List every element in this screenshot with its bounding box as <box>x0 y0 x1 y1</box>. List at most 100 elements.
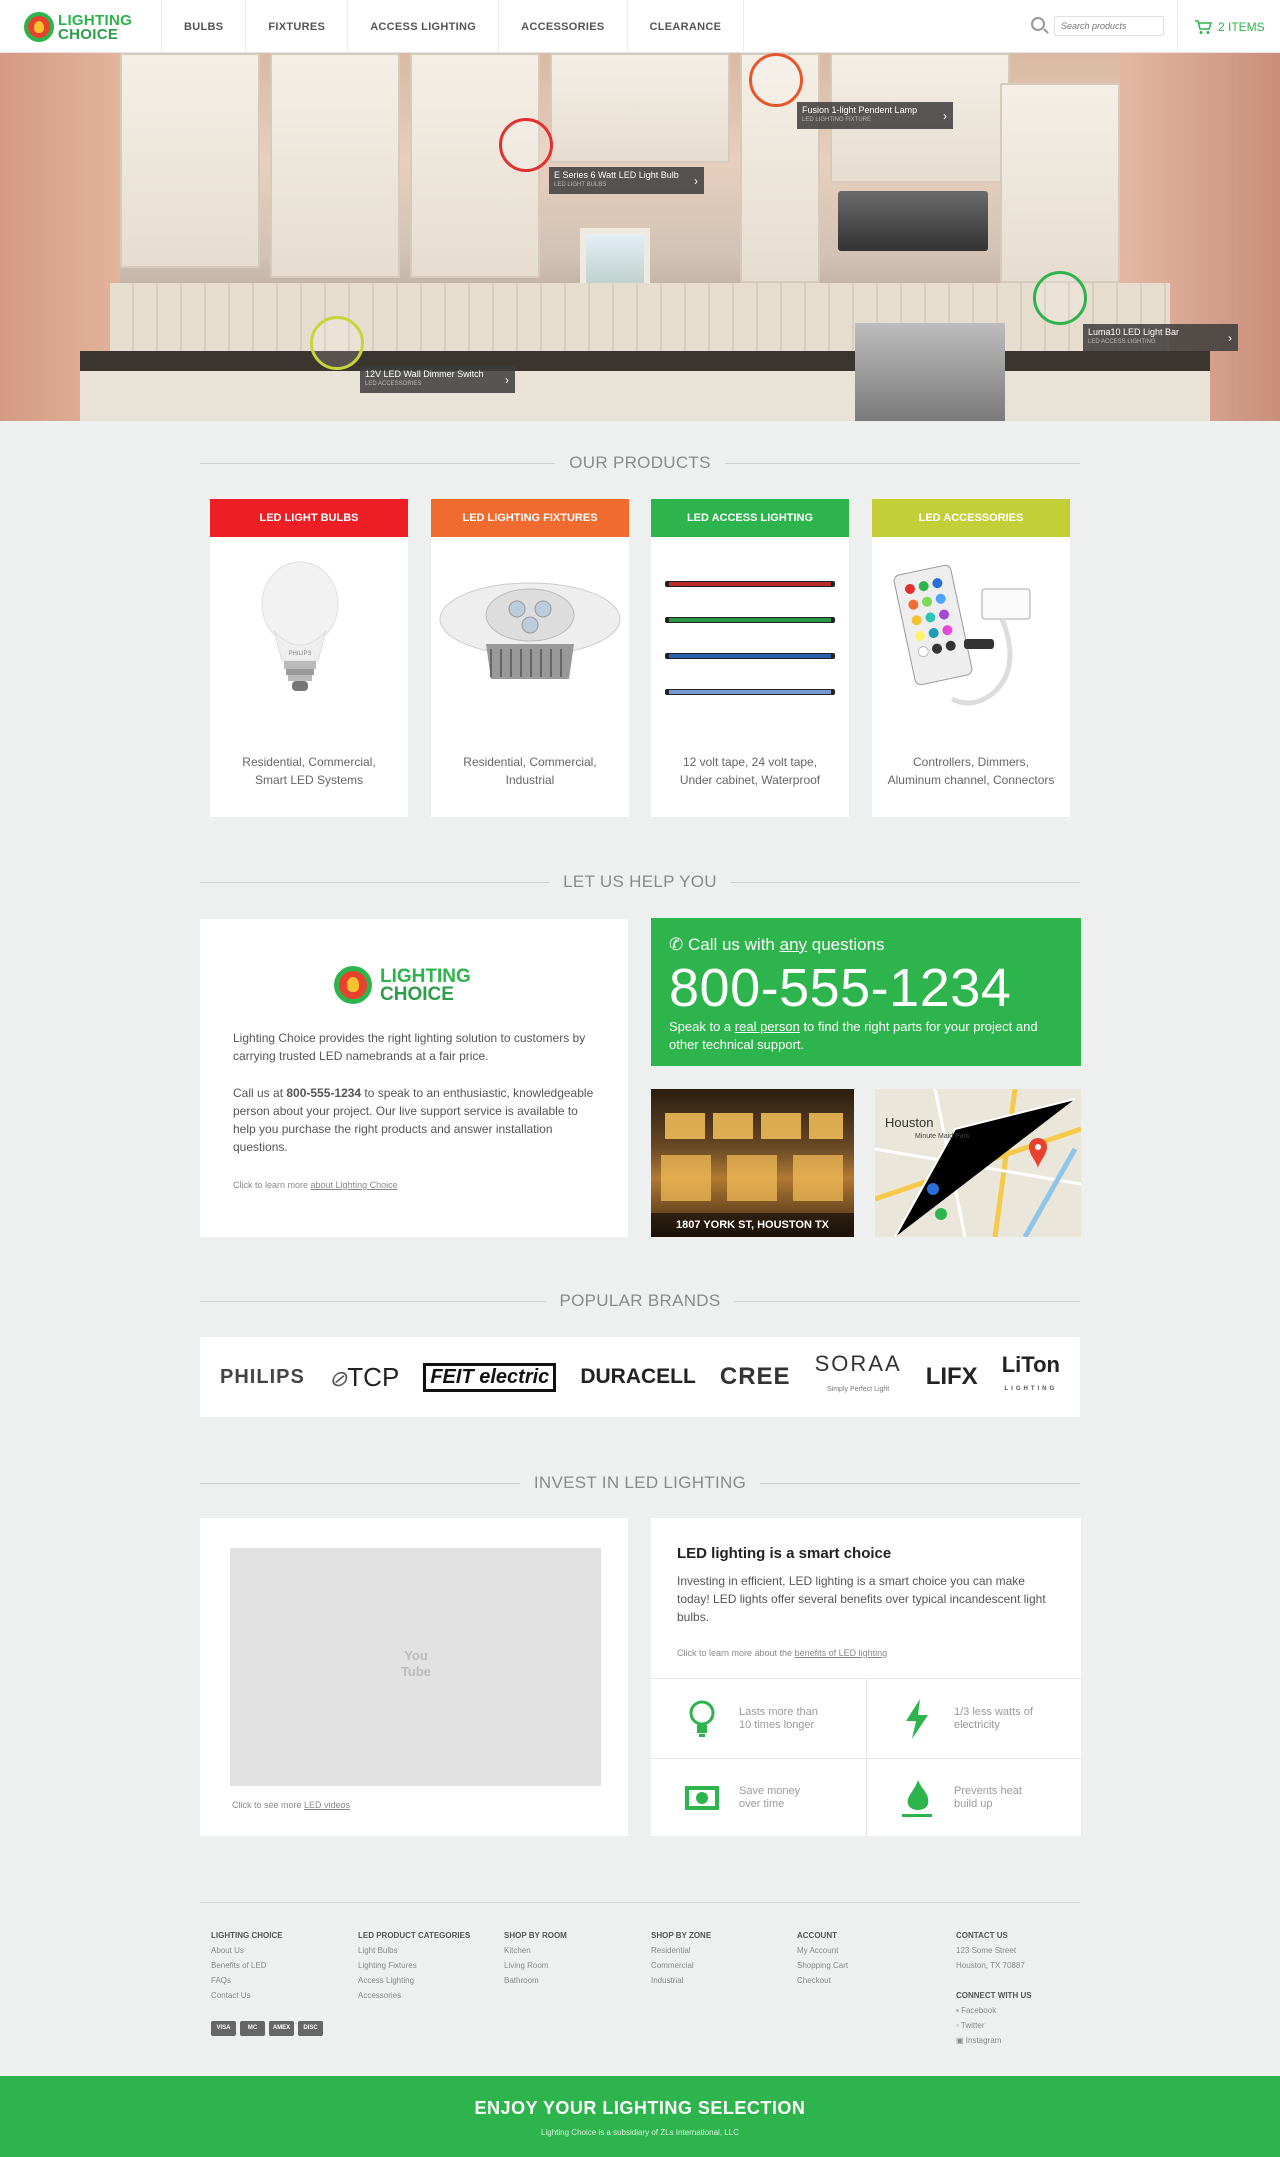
footer-link[interactable]: Light Bulbs <box>358 1943 470 1958</box>
led-videos-link[interactable]: LED videos <box>304 1800 350 1810</box>
hotspot-light-bar[interactable] <box>1033 271 1087 325</box>
brand-tcp[interactable]: ⊘TCP <box>329 1362 399 1393</box>
about-card: LIGHTING CHOICE Lighting Choice provides… <box>200 919 628 1237</box>
footer-link[interactable]: My Account <box>797 1943 848 1958</box>
search-input[interactable] <box>1054 16 1164 36</box>
nav-item-fixtures[interactable]: FIXTURES <box>246 0 349 53</box>
brand-liton-tagline: LIGHTING <box>1004 1386 1058 1392</box>
hero-microwave <box>838 191 988 251</box>
call-us-subtext: Speak to a real person to find the right… <box>669 1018 1069 1054</box>
location-map[interactable]: Houston Minute Maid Park <box>875 1089 1081 1237</box>
footer-link[interactable]: Lighting Fixtures <box>358 1958 470 1973</box>
footer-social-instagram[interactable]: ▣ Instagram <box>956 2033 1032 2048</box>
hotspot-tag-pendant-lamp[interactable]: Fusion 1-light Pendent Lamp LED LIGHTING… <box>797 102 953 129</box>
product-card-fixtures[interactable]: LED LIGHTING FIXTURES Residential, Comme… <box>431 499 629 817</box>
video-player[interactable]: You Tube <box>230 1548 601 1786</box>
smart-choice-link-text: Click to learn more about the benefits o… <box>677 1648 887 1658</box>
footer-social-facebook[interactable]: ▪ Facebook <box>956 2003 1032 2018</box>
product-card-accessories[interactable]: LED ACCESSORIES Controllers, Dimmers, Al… <box>872 499 1070 817</box>
section-title-help: LET US HELP YOU <box>200 872 1080 892</box>
benefit-less-watts: 1/3 less watts of electricity <box>866 1679 1081 1758</box>
footer-link[interactable]: Access Lighting <box>358 1973 470 1988</box>
about-phone: 800-555-1234 <box>286 1086 362 1100</box>
store-address: 1807 YORK ST, HOUSTON TX <box>651 1213 854 1237</box>
hotspot-tag-dimmer-switch[interactable]: 12V LED Wall Dimmer Switch LED ACCESSORI… <box>360 366 515 393</box>
footer-spacer <box>956 1973 1032 1988</box>
smart-choice-card: LED lighting is a smart choice Investing… <box>651 1518 1081 1837</box>
nav-item-bulbs[interactable]: BULBS <box>162 0 247 53</box>
bulb-brand-label: PHILIPS <box>288 651 311 657</box>
footer-link[interactable]: Industrial <box>651 1973 711 1988</box>
payment-cards: VISA MC AMEX DISC <box>211 2021 323 2036</box>
real-person-link[interactable]: real person <box>735 1019 800 1034</box>
footer-social-twitter[interactable]: ▫ Twitter <box>956 2018 1032 2033</box>
footer-link[interactable]: Contact Us <box>211 1988 283 2003</box>
smart-choice-text: Investing in efficient, LED lighting is … <box>677 1574 1046 1624</box>
brand-soraa[interactable]: SORAA Simply Perfect Light <box>815 1353 902 1400</box>
tag-product-category: LED LIGHTING FIXTURE <box>802 117 872 123</box>
footer-link[interactable]: About Us <box>211 1943 283 1958</box>
footer-link[interactable]: Kitchen <box>504 1943 567 1958</box>
video-link-text: Click to see more LED videos <box>232 1800 350 1810</box>
hotspot-tag-light-bar[interactable]: Luma10 LED Light Bar LED ACCESS LIGHTING… <box>1083 324 1238 351</box>
brands-bar: PHILIPS ⊘TCP FEIT electric DURACELL CREE… <box>200 1337 1080 1417</box>
brand-duracell[interactable]: DURACELL <box>580 1365 696 1389</box>
tag-product-name: Luma10 LED Light Bar <box>1088 327 1180 337</box>
hero-kitchen-image: Fusion 1-light Pendent Lamp LED LIGHTING… <box>0 53 1280 421</box>
product-card-desc: Residential, Commercial, Smart LED Syste… <box>220 753 398 789</box>
about-call-prefix: Call us at <box>233 1086 287 1100</box>
brand-cree[interactable]: CREE <box>720 1363 791 1391</box>
map-area-label: Minute Maid Park <box>915 1133 970 1140</box>
footer-link[interactable]: Benefits of LED <box>211 1958 283 1973</box>
footer-link[interactable]: Shopping Cart <box>797 1958 848 1973</box>
cart-button[interactable]: 2 ITEMS <box>1177 0 1280 53</box>
brand-soraa-tagline: Simply Perfect Light <box>827 1386 890 1393</box>
visa-icon: VISA <box>211 2021 236 2036</box>
product-card-bulbs[interactable]: LED LIGHT BULBS PHILIPS Residential, Com… <box>210 499 408 817</box>
logo[interactable]: LIGHTING CHOICE <box>24 10 142 44</box>
hotspot-dimmer-switch[interactable] <box>310 316 364 370</box>
leaf-icon: ⊘ <box>328 1365 348 1391</box>
nav-item-accessories[interactable]: ACCESSORIES <box>499 0 628 53</box>
benefit-save-money: Save money over time <box>651 1758 866 1837</box>
brand-lifx[interactable]: LIFX <box>926 1363 978 1391</box>
footer-heading: CONNECT WITH US <box>956 1991 1032 2000</box>
hero-cabinet <box>1000 83 1120 283</box>
hotspot-pendant-lamp[interactable] <box>749 53 803 107</box>
search-icon[interactable] <box>1031 17 1045 31</box>
footer-link[interactable]: Accessories <box>358 1988 470 2003</box>
phone-number[interactable]: 800-555-1234 <box>669 956 1011 1020</box>
about-paragraph: Lighting Choice provides the right light… <box>233 1031 586 1063</box>
footer-col-company: LIGHTING CHOICE About Us Benefits of LED… <box>211 1928 283 2003</box>
footer-link[interactable]: Checkout <box>797 1973 848 1988</box>
brand-feit[interactable]: FEIT electric <box>423 1362 557 1392</box>
logo-text-line2: CHOICE <box>58 26 119 43</box>
nav-item-access-lighting[interactable]: ACCESS LIGHTING <box>348 0 500 53</box>
section-title-text: LET US HELP YOU <box>549 872 731 891</box>
hero-cabinet <box>270 53 400 278</box>
amex-icon: AMEX <box>269 2021 294 2036</box>
footer-link[interactable]: Commercial <box>651 1958 711 1973</box>
hotspot-tag-light-bulb[interactable]: E Series 6 Watt LED Light Bulb LED LIGHT… <box>549 167 704 194</box>
about-link[interactable]: about Lighting Choice <box>311 1180 398 1190</box>
brand-liton[interactable]: LiTon LIGHTING <box>1002 1354 1060 1398</box>
product-desc-line: Under cabinet, Waterproof <box>679 773 821 787</box>
footer-address-line: 123 Some Street <box>956 1946 1017 1955</box>
footer-link[interactable]: FAQs <box>211 1973 283 1988</box>
brand-philips[interactable]: PHILIPS <box>220 1366 305 1389</box>
footer-link[interactable]: Living Room <box>504 1958 567 1973</box>
product-card-access-lighting[interactable]: LED ACCESS LIGHTING 12 volt tape, 24 vol… <box>651 499 849 817</box>
section-title-text: OUR PRODUCTS <box>555 453 725 472</box>
section-title-text: POPULAR BRANDS <box>545 1291 735 1310</box>
product-card-header: LED ACCESSORIES <box>872 499 1070 537</box>
call-q-suffix: questions <box>807 935 885 954</box>
footer-link[interactable]: Bathroom <box>504 1973 567 1988</box>
footer-link[interactable]: Residential <box>651 1943 711 1958</box>
benefit-longer-life: Lasts more than 10 times longer <box>651 1679 866 1758</box>
section-title-invest: INVEST IN LED LIGHTING <box>200 1473 1080 1493</box>
main-nav: BULBS FIXTURES ACCESS LIGHTING ACCESSORI… <box>161 0 745 53</box>
hotspot-light-bulb[interactable] <box>499 118 553 172</box>
smart-choice-heading: LED lighting is a smart choice <box>677 1545 892 1562</box>
benefits-link[interactable]: benefits of LED lighting <box>795 1648 888 1658</box>
nav-item-clearance[interactable]: CLEARANCE <box>628 0 745 53</box>
